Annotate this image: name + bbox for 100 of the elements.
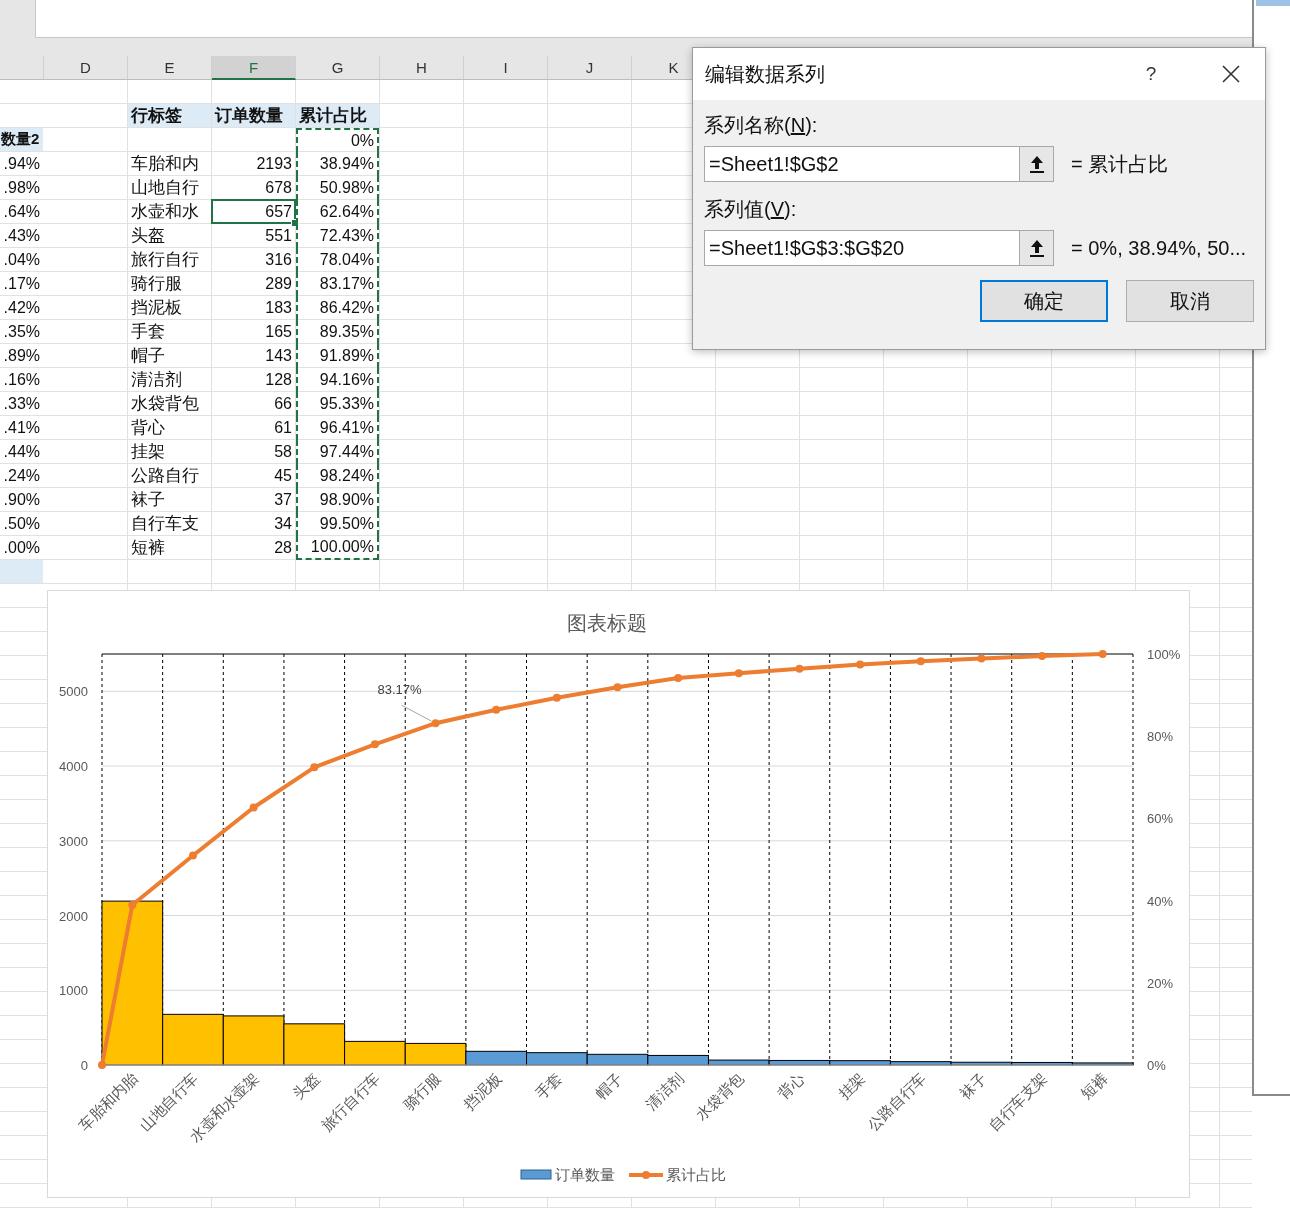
table-cell-text: .04%	[2, 249, 41, 270]
data-point	[674, 674, 683, 682]
table-cell-text: 551	[264, 225, 293, 246]
table-cell-text: 挡泥板	[130, 297, 183, 319]
table-cell-text: .24%	[2, 465, 41, 486]
axis-label: 短裤	[1077, 1069, 1111, 1103]
table-cell-text: 128	[264, 369, 293, 390]
axis-label: 帽子	[592, 1069, 626, 1103]
axis-label: 3000	[59, 833, 88, 849]
table-cell: 72.43%	[296, 224, 379, 248]
axis-label: 背心	[774, 1069, 808, 1103]
table-cell-text: 289	[264, 273, 293, 294]
input-field[interactable]: =Sheet1!$G$2	[704, 146, 1020, 182]
data-point	[431, 719, 440, 728]
axis-label: 4000	[59, 759, 88, 775]
column-header[interactable]: I	[464, 56, 548, 79]
table-cell-text: 37	[273, 489, 293, 510]
axis-label: 80%	[1147, 729, 1174, 745]
data-point	[188, 851, 197, 860]
table-cell-text: 165	[264, 321, 293, 342]
column-header[interactable]: G	[296, 56, 380, 79]
table-cell-text: 34	[273, 513, 293, 534]
table-cell: 94.16%	[296, 368, 379, 392]
input-field[interactable]: =Sheet1!$G$3:$G$20	[704, 230, 1020, 266]
axis-label: 头盔	[289, 1069, 323, 1103]
table-cell: 86.42%	[296, 296, 379, 320]
table-cell: 91.89%	[296, 344, 379, 368]
axis-label: 100%	[1147, 647, 1181, 662]
table-cell: 83.17%	[296, 272, 379, 296]
data-point	[795, 664, 804, 673]
table-cell-text: .44%	[2, 441, 41, 462]
table-cell-text: 58	[273, 441, 293, 462]
field-label: 系列名称(N):	[704, 113, 819, 138]
axis-label: 挂架	[835, 1069, 869, 1103]
table-cell-text: 水袋背包	[130, 393, 200, 415]
table-cell: 98.90%	[296, 488, 379, 512]
table-cell-text: 水壶和水	[130, 201, 200, 223]
data-point	[310, 763, 319, 772]
column-header[interactable]: F	[212, 56, 296, 80]
table-cell-text: .89%	[2, 345, 41, 366]
close-icon	[1222, 65, 1240, 83]
table-cell-text: 143	[264, 345, 293, 366]
table-cell-text: .90%	[2, 489, 41, 510]
data-label: 83.17%	[377, 682, 422, 698]
data-point	[734, 669, 743, 678]
table-cell-text: 678	[264, 177, 293, 198]
column-header[interactable]: D	[44, 56, 128, 79]
bar	[222, 1015, 285, 1066]
table-cell-text: 61	[273, 417, 293, 438]
cancel-button[interactable]: 取消	[1126, 280, 1254, 322]
chart-area[interactable]: 图表标题 0 1000 2000 3000 4000 5000 0% 20% 40% 60% 80% 100% 车胎和内胎 山地自行车 水壶和水壶架 头盔 旅行自行车 骑行服 挡泥板 手套 帽子 清洁剂 水袋背包 背心 挂架 公路自行车 袜子 自行车支架 短裤 83.17% 订单数量 累计占比	[47, 590, 1190, 1198]
axis-label: 手套	[531, 1069, 565, 1103]
cell-highlight	[0, 560, 43, 583]
table-cell: 89.35%	[296, 320, 379, 344]
table-cell-text: 公路自行	[130, 465, 200, 487]
collapse-button[interactable]	[1020, 146, 1054, 182]
table-cell-text: .33%	[2, 393, 41, 414]
table-cell: 97.44%	[296, 440, 379, 464]
data-point	[916, 657, 925, 666]
data-point	[552, 693, 561, 702]
table-cell-text: .42%	[2, 297, 41, 318]
data-point	[128, 900, 137, 909]
data-point	[613, 683, 622, 692]
data-point	[977, 654, 986, 663]
upload-arrow-icon	[1028, 155, 1045, 173]
data-point	[492, 705, 501, 714]
axis-label: 60%	[1147, 811, 1174, 827]
legend-line-icon	[629, 1171, 663, 1179]
result-text: = 0%, 38.94%, 50...	[1071, 236, 1247, 260]
column-header[interactable]: J	[548, 56, 632, 79]
bar	[586, 1053, 649, 1066]
table-cell: 99.50%	[296, 512, 379, 536]
leader-line	[401, 704, 433, 722]
collapse-button[interactable]	[1020, 230, 1054, 266]
header-cell: 累计占比	[296, 104, 379, 127]
table-cell-text: 山地自行	[130, 177, 200, 199]
table-cell-text: .41%	[2, 417, 41, 438]
table-cell-text: 短裤	[130, 537, 166, 559]
table-cell: 96.41%	[296, 416, 379, 440]
table-cell-text: 手套	[130, 321, 166, 343]
help-button[interactable]: ?	[1131, 63, 1171, 85]
table-cell-text: 2193	[255, 153, 293, 174]
ok-button[interactable]: 确定	[980, 280, 1108, 322]
table-cell-text: .16%	[2, 369, 41, 390]
table-cell: 0%	[296, 128, 379, 152]
table-cell-text: 挂架	[130, 441, 166, 463]
table-cell-text: 45	[273, 465, 293, 486]
legend-label: 累计占比	[666, 1166, 726, 1183]
table-cell: 50.98%	[296, 176, 379, 200]
column-header[interactable]: H	[380, 56, 464, 79]
table-cell-text: 28	[273, 537, 293, 558]
axis-label: 20%	[1147, 975, 1174, 991]
table-cell-text: 帽子	[130, 345, 166, 367]
table-cell: 98.24%	[296, 464, 379, 488]
axis-label: 0%	[1147, 1058, 1166, 1073]
table-cell-text: 袜子	[130, 489, 166, 511]
axis-label: 挡泥板	[460, 1069, 505, 1113]
axis-label: 2000	[59, 908, 88, 924]
legend-swatch-icon	[520, 1169, 552, 1180]
table-cell: 38.94%	[296, 152, 379, 176]
